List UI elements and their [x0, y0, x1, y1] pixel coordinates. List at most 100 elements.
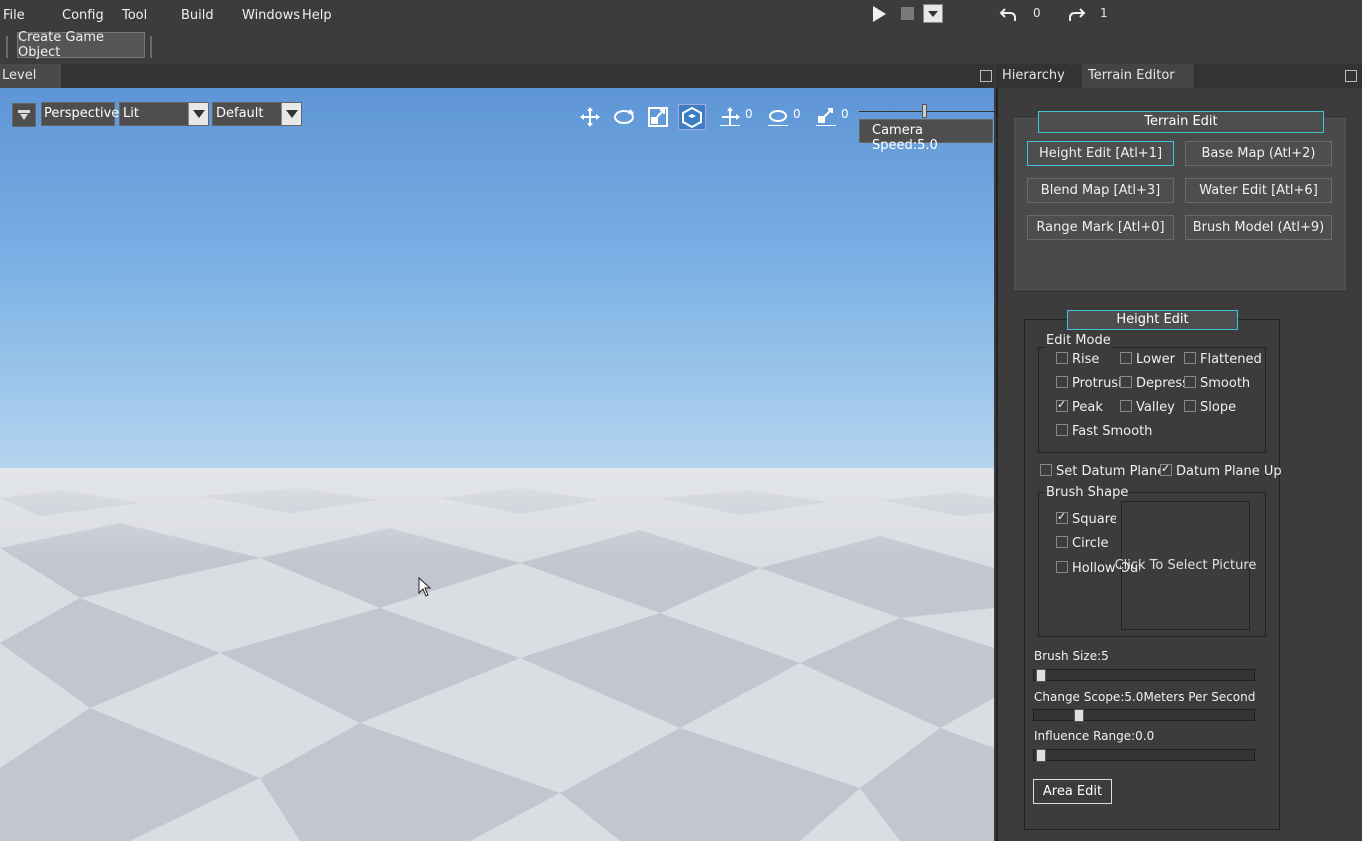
brush-picture-selector[interactable]: Click To Select Picture [1115, 501, 1256, 630]
move-snap-value: 0 [745, 107, 753, 121]
move-tool-icon[interactable] [578, 106, 602, 128]
stop-icon[interactable] [901, 7, 914, 20]
play-icon[interactable] [870, 5, 888, 23]
local-space-toggle[interactable] [678, 104, 706, 130]
datum-plane-up-checkbox[interactable]: Datum Plane Up [1160, 464, 1290, 479]
brush-shape-label: Brush Shape [1045, 485, 1130, 500]
brush-shape-square-checkbox[interactable]: Square [1056, 512, 1116, 527]
redo-icon[interactable] [1066, 4, 1086, 24]
menu-config[interactable]: Config [62, 8, 104, 23]
edit-mode-flattened-checkbox[interactable]: Flattened [1184, 352, 1264, 367]
undo-count: 0 [1033, 6, 1041, 20]
set-datum-plane-checkbox[interactable]: Set Datum Plane [1040, 464, 1165, 479]
filter-icon [18, 110, 30, 120]
rotate-snap-value: 0 [793, 107, 801, 121]
menu-windows[interactable]: Windows [242, 8, 300, 23]
checkbox-icon [1056, 352, 1068, 364]
camera-speed-label: Camera Speed:5.0 [859, 119, 993, 153]
edit-mode-fast-smooth-checkbox[interactable]: Fast Smooth [1056, 424, 1176, 439]
layout-select[interactable]: Default [212, 102, 302, 126]
brush-size-slider[interactable] [1033, 669, 1255, 682]
water-edit-mode-button[interactable]: Water Edit [Atl+6] [1185, 178, 1332, 203]
range-mark-mode-button[interactable]: Range Mark [Atl+0] [1027, 215, 1174, 240]
ground-plane [0, 468, 994, 841]
toolbar-grip[interactable] [150, 36, 152, 58]
float-panel-icon[interactable] [1345, 70, 1357, 82]
height-edit-title: Height Edit [1067, 310, 1238, 330]
edit-mode-rise-checkbox[interactable]: Rise [1056, 352, 1116, 367]
menu-file[interactable]: File [3, 8, 25, 23]
brush-size-slider-handle[interactable] [1036, 669, 1046, 682]
terrain-edit-title: Terrain Edit [1038, 111, 1324, 133]
tab-hierarchy[interactable]: Hierarchy [996, 64, 1082, 88]
shading-select[interactable]: Lit [119, 102, 209, 126]
chevron-down-icon [188, 103, 208, 125]
cube-icon [682, 106, 702, 129]
viewport-options-button[interactable] [12, 103, 36, 127]
scene-viewport[interactable]: Perspective Lit Default 0 0 0 Camera Spe… [0, 88, 994, 841]
float-panel-icon[interactable] [980, 70, 992, 82]
chevron-down-icon [928, 11, 938, 17]
checkbox-icon [1040, 464, 1052, 476]
level-tab-bar: Level [0, 64, 994, 88]
perspective-button[interactable]: Perspective [41, 102, 119, 126]
brush-picture-label: Click To Select Picture [1114, 558, 1257, 573]
brush-shape-circle-checkbox[interactable]: Circle [1056, 536, 1116, 551]
checkbox-icon [1184, 376, 1196, 388]
brush-model-mode-button[interactable]: Brush Model (Atl+9) [1185, 215, 1332, 240]
checkbox-icon [1120, 376, 1132, 388]
influence-range-slider[interactable] [1033, 749, 1255, 762]
move-snap-icon[interactable] [718, 106, 742, 128]
scale-snap-value: 0 [841, 107, 849, 121]
edit-mode-peak-checkbox[interactable]: Peak [1056, 400, 1116, 415]
toolbar-grip[interactable] [6, 36, 8, 58]
chevron-down-icon [281, 103, 301, 125]
play-options-dropdown[interactable] [923, 4, 943, 23]
layout-select-value: Default [216, 106, 264, 121]
mouse-cursor-icon [418, 577, 432, 597]
rotate-tool-icon[interactable] [612, 106, 636, 128]
create-game-object-button[interactable]: Create Game Object [17, 30, 145, 60]
redo-count: 1 [1100, 6, 1108, 20]
edit-mode-lower-checkbox[interactable]: Lower [1120, 352, 1184, 367]
terrain-editor-panel: Terrain Edit Height Edit [Atl+1] Base Ma… [996, 88, 1362, 841]
checkbox-checked-icon [1056, 400, 1068, 412]
edit-mode-depression-checkbox[interactable]: Depression [1120, 376, 1188, 391]
area-edit-button[interactable]: Area Edit [1033, 779, 1112, 804]
checkbox-icon [1056, 376, 1068, 388]
secondary-toolbar [0, 32, 1362, 62]
rotate-snap-icon[interactable] [766, 106, 790, 128]
checker-grid [0, 468, 994, 841]
checkbox-icon [1184, 400, 1196, 412]
base-map-mode-button[interactable]: Base Map (Atl+2) [1185, 141, 1332, 166]
change-scope-label: Change Scope:5.0Meters Per Second [1034, 690, 1256, 704]
checkbox-checked-icon [1056, 512, 1068, 524]
scale-snap-icon[interactable] [814, 106, 838, 128]
checkbox-icon [1120, 400, 1132, 412]
checkbox-icon [1056, 424, 1068, 436]
change-scope-slider-handle[interactable] [1073, 709, 1084, 722]
checkbox-icon [1056, 561, 1068, 573]
edit-mode-valley-checkbox[interactable]: Valley [1120, 400, 1184, 415]
blend-map-mode-button[interactable]: Blend Map [Atl+3] [1027, 178, 1174, 203]
edit-mode-protrusion-checkbox[interactable]: Protrusion [1056, 376, 1122, 391]
scale-tool-icon[interactable] [646, 106, 670, 128]
edit-mode-label: Edit Mode [1045, 333, 1112, 348]
right-tab-bar: Hierarchy Terrain Editor [996, 64, 1362, 88]
sky [0, 88, 994, 468]
checkbox-icon [1056, 536, 1068, 548]
menu-help[interactable]: Help [302, 8, 332, 23]
camera-speed-slider-handle[interactable] [922, 104, 927, 118]
edit-mode-slope-checkbox[interactable]: Slope [1184, 400, 1264, 415]
brush-size-label: Brush Size:5 [1034, 649, 1109, 663]
tab-level[interactable]: Level [0, 64, 61, 88]
change-scope-slider[interactable] [1033, 709, 1255, 722]
undo-icon[interactable] [999, 4, 1019, 24]
menu-tool[interactable]: Tool [122, 8, 147, 23]
edit-mode-smooth-checkbox[interactable]: Smooth [1184, 376, 1264, 391]
menu-bar: File Config Tool Build Windows Help 0 1 [0, 0, 1362, 32]
influence-range-slider-handle[interactable] [1036, 749, 1046, 762]
menu-build[interactable]: Build [181, 8, 214, 23]
tab-terrain-editor[interactable]: Terrain Editor [1082, 64, 1194, 88]
height-edit-mode-button[interactable]: Height Edit [Atl+1] [1027, 141, 1174, 166]
